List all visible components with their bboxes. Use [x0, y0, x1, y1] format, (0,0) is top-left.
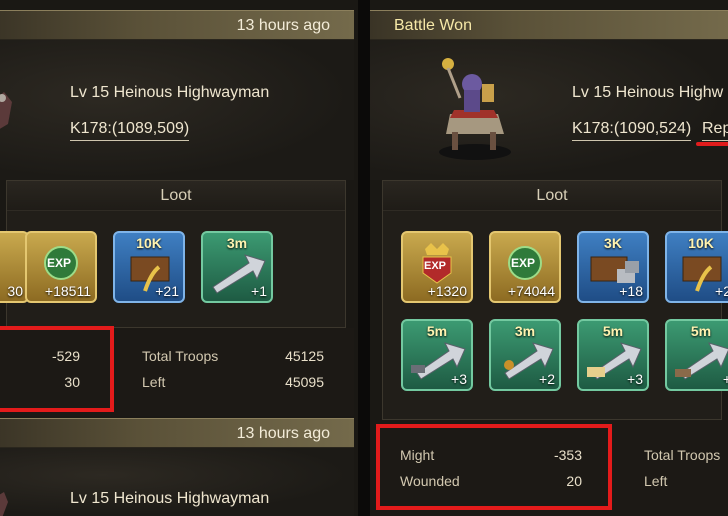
loot-item-stone[interactable]: 3K +18 [577, 231, 649, 303]
loot-item-speedup[interactable]: 3m +2 [489, 319, 561, 391]
loot-item-speedup[interactable]: 5m +3 [401, 319, 473, 391]
enemy-name: Lv 15 Heinous Highwayman [70, 490, 270, 507]
total-troops-label: Total Troops [142, 348, 219, 364]
loot-count: +3 [627, 371, 643, 387]
report-time: 13 hours ago [236, 425, 330, 442]
report-header: 13 hours ago [0, 418, 354, 448]
coordinates-link[interactable]: K178:(1089,509) [70, 120, 190, 141]
loot-title: Loot [7, 181, 345, 211]
total-troops-label: Total Troops [644, 447, 721, 463]
knight-rider-icon [439, 58, 511, 160]
loot-count: + [723, 371, 728, 387]
loot-title: Loot [383, 181, 721, 211]
enemy-name: Lv 15 Heinous Highwayman [70, 84, 270, 101]
loot-count: +3 [451, 371, 467, 387]
loot-item-exp-crown[interactable]: EXP +1320 [401, 231, 473, 303]
troop-stats: -529 30 Total Troops 45125 Left 45095 [0, 326, 354, 416]
exp-label: EXP [47, 256, 72, 270]
loot-count: +18511 [44, 283, 91, 299]
left-value: 45095 [285, 374, 324, 390]
highlight-box [376, 424, 612, 510]
wounded-label: Wounded [400, 473, 460, 489]
monster-portrait-icon [0, 92, 12, 129]
might-value: -353 [553, 447, 582, 463]
speedup-boot-icon [675, 342, 728, 380]
coordinates-link[interactable]: K178:(1090,524) [572, 120, 692, 141]
wounded-value: 20 [566, 473, 582, 489]
loot-count: +1320 [427, 283, 467, 299]
panel-divider [358, 0, 370, 516]
report-link[interactable]: Rep [702, 120, 728, 141]
loot-item-grain[interactable]: 10K +2 [665, 231, 728, 303]
enemy-name: Lv 15 Heinous Highw [572, 84, 724, 101]
loot-count: 30 [7, 283, 23, 299]
loot-item-speedup[interactable]: 5m + [665, 319, 728, 391]
loot-count: +2 [715, 283, 728, 299]
loot-count: +74044 [507, 283, 555, 299]
loot-count: +1 [251, 283, 267, 299]
loot-count: +18 [619, 283, 643, 299]
exp-label: EXP [424, 260, 447, 272]
highlight-box [0, 326, 114, 412]
might-label: Might [400, 447, 435, 463]
loot-item-grain[interactable]: 10K +21 [113, 231, 185, 303]
loot-count: +2 [539, 371, 555, 387]
report-header: 13 hours ago [0, 10, 354, 40]
battle-result-title: Battle Won [394, 17, 472, 34]
battle-report-panel-left: 13 hours ago Lv 15 Heinous Highwayman K1… [0, 0, 358, 516]
loot-item-speedup[interactable]: 3m +1 [201, 231, 273, 303]
loot-section: Loot 30 EXP +18511 10K +21 3m +1 [0, 180, 346, 328]
exp-label: EXP [511, 256, 536, 270]
troop-stats: Might -353 Wounded 20 Total Troops Left [370, 420, 728, 516]
loot-count: +21 [155, 283, 179, 299]
total-troops-value: 45125 [285, 348, 324, 364]
report-header: Battle Won [370, 10, 728, 40]
highlight-underline [696, 142, 728, 146]
report-info[interactable]: Lv 15 Heinous Highwayman [0, 448, 354, 516]
loot-section: Loot EXP +1320 EXP +74044 3K +18 10K + 5… [382, 180, 728, 420]
loot-item-exp[interactable]: EXP +18511 [25, 231, 97, 303]
monster-portrait-icon [0, 492, 8, 516]
wounded-value: 30 [64, 374, 80, 390]
left-label: Left [142, 374, 166, 390]
might-value: -529 [51, 348, 80, 364]
loot-item-exp[interactable]: EXP +74044 [489, 231, 561, 303]
report-time: 13 hours ago [236, 17, 330, 34]
loot-item-speedup[interactable]: 5m +3 [577, 319, 649, 391]
report-info[interactable]: Lv 15 Heinous Highwayman K178:(1089,509) [0, 40, 354, 180]
battle-report-panel-right: Battle Won Lv 15 Heinous Highw K178:(109… [370, 0, 728, 516]
left-label: Left [644, 473, 668, 489]
report-info[interactable]: Lv 15 Heinous Highw K178:(1090,524) Rep [370, 40, 728, 180]
